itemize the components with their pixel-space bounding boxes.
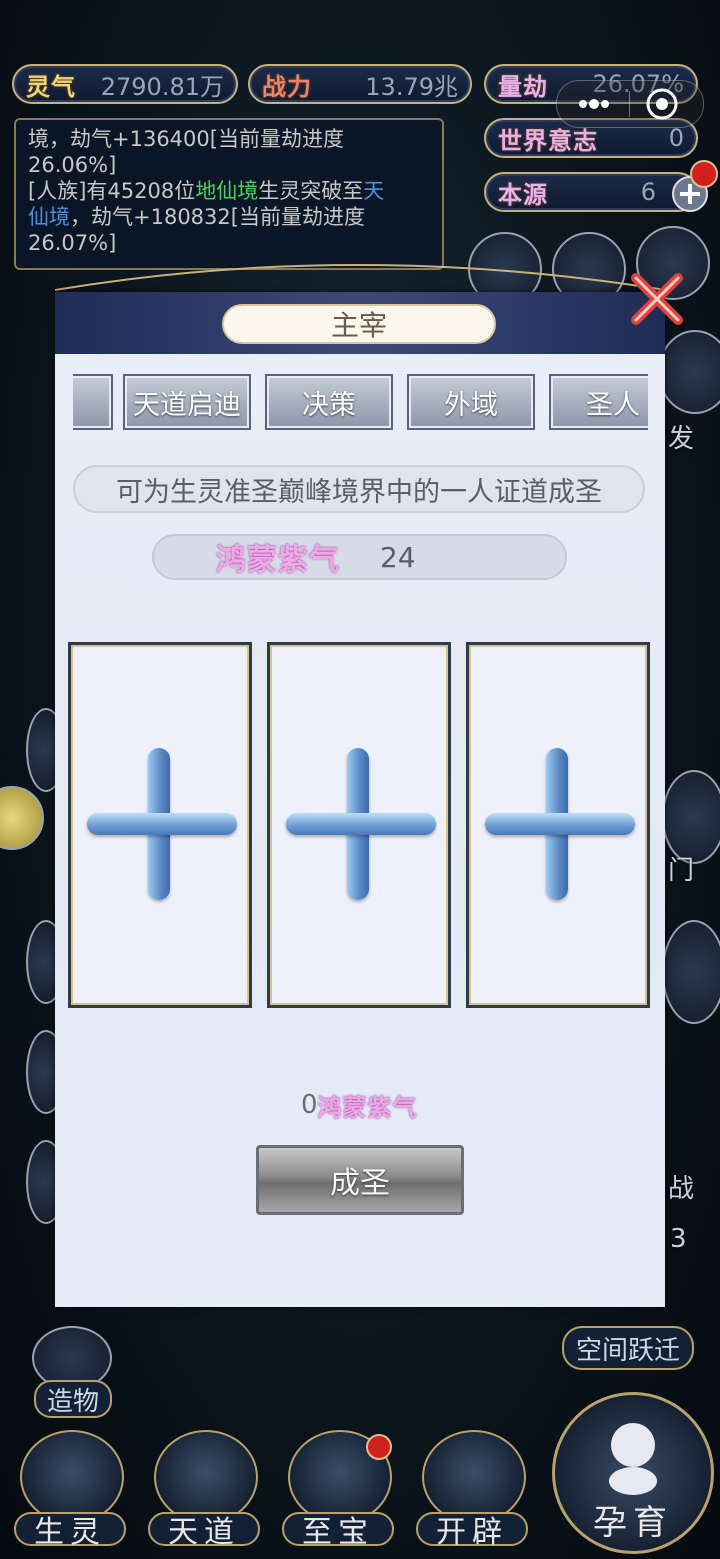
stat-lingqi: 灵气 2790.81万 (12, 64, 238, 104)
space-jump-button[interactable]: 空间跃迁 (562, 1326, 694, 1370)
stat-zhanli: 战力 13.79兆 (248, 64, 472, 104)
more-icon[interactable] (571, 91, 617, 117)
event-log: 境，劫气+136400[当前量劫进度 26.06%] [人族]有45208位地仙… (14, 118, 444, 270)
close-icon (631, 273, 683, 325)
nav-treasure[interactable]: 至宝 (282, 1430, 394, 1550)
become-saint-button[interactable]: 成圣 (256, 1145, 464, 1215)
candidate-slot-1[interactable] (68, 642, 252, 1008)
side-label-fa: 发 (668, 424, 695, 454)
dialog-description: 可为生灵准圣巅峰境界中的一人证道成圣 (73, 465, 645, 513)
tab-heaven-enlighten[interactable]: 天道启迪 (123, 374, 251, 430)
resource-display: 鸿蒙紫气 24 (152, 534, 567, 580)
stat-lingqi-label: 灵气 (26, 72, 76, 101)
tab-saint[interactable]: 圣人 (549, 374, 648, 430)
nav-heaven[interactable]: 天道 (148, 1430, 260, 1550)
miniprogram-capsule (556, 80, 704, 128)
candidate-slot-2[interactable] (267, 642, 451, 1008)
log-line: 境，劫气+136400[当前量劫进度 (28, 127, 344, 151)
side-label-num: 3 (670, 1224, 687, 1254)
cost-display: 0 鸿蒙紫气 (301, 1087, 418, 1123)
log-line: 仙境，劫气+180832[当前量劫进度 (28, 205, 365, 229)
stat-benyuan-label: 本源 (498, 180, 548, 209)
dialog-title: 主宰 (222, 304, 496, 344)
creation-button[interactable]: 造物 (34, 1380, 112, 1418)
resource-value: 24 (380, 540, 416, 574)
stat-lingqi-value: 2790.81万 (100, 72, 224, 101)
resource-name: 鸿蒙紫气 (216, 543, 340, 578)
baby-icon (609, 1423, 657, 1495)
capsule-divider (629, 91, 630, 117)
incubate-label: 孕育 (593, 1502, 673, 1543)
tab-outer-domain[interactable]: 外域 (407, 374, 535, 430)
stat-zhanli-value: 13.79兆 (365, 72, 458, 101)
stat-benyuan-value: 6 (640, 178, 656, 206)
cost-value: 0 (301, 1090, 318, 1120)
stat-benyuan[interactable]: 本源 6 (484, 172, 698, 212)
close-dialog-button[interactable] (628, 270, 686, 328)
cost-name: 鸿蒙紫气 (317, 1093, 418, 1122)
master-dialog: 主宰 宠 天道启迪 决策 外域 圣人 可为生灵准圣巅峰境界中的一人证道成圣 鸿蒙… (55, 292, 665, 1307)
stat-liangjie-label: 量劫 (498, 72, 548, 101)
nav-open-label: 开辟 (416, 1512, 528, 1550)
star-badge-icon[interactable] (0, 786, 44, 850)
nav-heaven-label: 天道 (148, 1512, 260, 1550)
notification-dot (690, 160, 718, 188)
notification-dot (366, 1434, 392, 1460)
side-label-men: 门 (668, 856, 695, 886)
tab-pet[interactable]: 宠 (73, 374, 113, 430)
side-icon-right-3[interactable] (662, 920, 720, 1024)
nav-creatures-label: 生灵 (14, 1512, 126, 1550)
stat-shijie-value: 0 (668, 124, 684, 152)
nav-open[interactable]: 开辟 (416, 1430, 528, 1550)
log-line: [人族]有45208位地仙境生灵突破至天 (28, 179, 385, 203)
nav-creatures[interactable]: 生灵 (14, 1430, 126, 1550)
tab-decision[interactable]: 决策 (265, 374, 393, 430)
side-icon-right-1[interactable] (658, 330, 720, 414)
side-label-zhan: 战 (668, 1174, 695, 1204)
close-miniprogram-icon[interactable] (645, 87, 679, 121)
stat-zhanli-label: 战力 (262, 72, 312, 101)
nav-treasure-label: 至宝 (282, 1512, 394, 1550)
candidate-slot-3[interactable] (466, 642, 650, 1008)
dialog-tabs: 宠 天道启迪 决策 外域 圣人 (73, 374, 648, 434)
incubate-button[interactable]: 孕育 (552, 1392, 714, 1554)
log-line: 26.06%] (28, 153, 117, 177)
